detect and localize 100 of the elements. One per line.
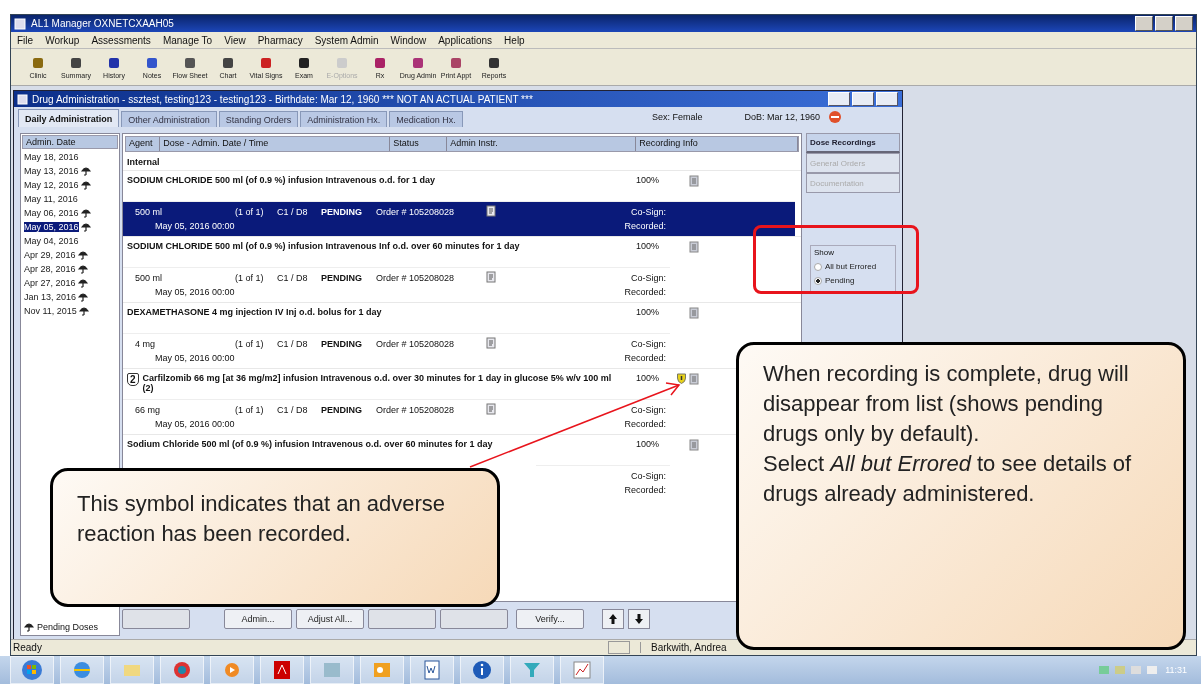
side-tab[interactable]: Dose Recordings xyxy=(806,133,900,153)
taskbar-button[interactable] xyxy=(60,656,104,684)
move-down-button[interactable] xyxy=(628,609,650,629)
menu-item[interactable]: Help xyxy=(498,34,531,46)
menu-item[interactable]: Window xyxy=(384,34,433,46)
date-item[interactable]: Apr 28, 2016 xyxy=(24,264,76,274)
tool-icon xyxy=(221,55,235,70)
admin-date: May 05, 2016 00:00 xyxy=(154,221,236,231)
status-text: PENDING xyxy=(321,404,363,415)
tool-icon xyxy=(145,55,159,70)
menu-item[interactable]: File xyxy=(11,34,40,46)
up-arrow-icon xyxy=(609,614,617,624)
tool-icon xyxy=(69,55,83,70)
menu-item[interactable]: System Admin xyxy=(308,34,385,46)
restore-button[interactable] xyxy=(852,92,874,106)
date-item[interactable]: May 04, 2016 xyxy=(24,236,79,246)
column-header[interactable]: Status xyxy=(390,137,448,151)
tab[interactable]: Standing Orders xyxy=(218,111,299,127)
date-item[interactable]: Jan 13, 2016 xyxy=(24,292,77,302)
menu-item[interactable]: Manage To xyxy=(156,34,219,46)
menu-item[interactable]: Workup xyxy=(39,34,86,46)
tool-icon xyxy=(487,55,501,70)
tool-icon xyxy=(183,55,197,70)
taskbar-button[interactable] xyxy=(460,656,504,684)
tool-icon xyxy=(107,55,121,70)
percent-text: 100% xyxy=(634,175,659,185)
clipboard-icon xyxy=(689,307,699,319)
callout-text: When recording is complete, drug will disappear from list (shows pending drugs only by default). xyxy=(763,360,1130,448)
dose-row[interactable]: 66 mg (1 of 1) C1 / D8 PENDING Order # 105208028 Co-Sign: May 05, 2016 00:00 Recorded: xyxy=(123,399,670,434)
column-header[interactable]: Agent xyxy=(126,137,161,151)
percent-text: 100% xyxy=(634,241,659,251)
order-number: Order # 105208028 xyxy=(376,272,456,283)
tab[interactable]: Medication Hx. xyxy=(389,111,463,127)
document-icon xyxy=(421,659,443,681)
order-number: Order # 105208028 xyxy=(376,404,456,415)
globe-icon xyxy=(71,659,93,681)
clock: 11:31 xyxy=(1165,665,1187,675)
menu-item[interactable]: Pharmacy xyxy=(251,34,309,46)
radio-option[interactable]: Pending xyxy=(814,276,892,285)
status-text: PENDING xyxy=(321,206,363,217)
date-item[interactable]: May 12, 2016 xyxy=(24,180,79,190)
status-text: PENDING xyxy=(321,272,363,283)
tab[interactable]: Other Administration xyxy=(121,111,217,127)
minimize-button[interactable] xyxy=(828,92,850,106)
action-button[interactable]: Admin... xyxy=(224,609,292,629)
callout-text: This symbol indicates that an adverse reaction has been recorded. xyxy=(77,490,447,548)
tab[interactable]: Daily Administration xyxy=(18,109,120,127)
date-item[interactable]: May 13, 2016 xyxy=(24,166,79,176)
taskbar-button[interactable] xyxy=(160,656,204,684)
close-button[interactable] xyxy=(876,92,898,106)
action-button[interactable]: Adjust All... xyxy=(296,609,364,629)
dose-row[interactable]: 4 mg (1 of 1) C1 / D8 PENDING Order # 105208028 Co-Sign: May 05, 2016 00:00 Recorded: xyxy=(123,333,670,368)
start-orb-icon xyxy=(21,659,43,681)
close-button[interactable] xyxy=(1175,16,1193,31)
order-description[interactable]: Sodium Chloride 500 ml (of 0.9 %) infusion Intravenous o.d. over 60 minutes for 1 day xyxy=(127,439,615,449)
radio-option[interactable]: All but Errored xyxy=(814,262,892,271)
clipboard-icon xyxy=(689,175,699,187)
order-description[interactable]: SODIUM CHLORIDE 500 ml (of 0.9 %) infusion Intravenous Inf o.d. over 60 minutes for 1 day xyxy=(127,241,615,251)
percent-text: 100% xyxy=(634,439,659,449)
column-header[interactable]: Dose - Admin. Date / Time xyxy=(160,137,391,151)
menu-item[interactable]: View xyxy=(218,34,252,46)
tool-icon xyxy=(373,55,387,70)
dose-count: (1 of 1) xyxy=(235,206,265,217)
radio-button[interactable] xyxy=(814,262,822,271)
maximize-button[interactable] xyxy=(1155,16,1173,31)
radio-button[interactable] xyxy=(814,276,822,285)
window-title: Drug Administration - ssztest, testing123 - testing123 - Birthdate: Mar 12, 1960 *** NOT AN ACTUAL PATIENT *** xyxy=(32,93,533,105)
date-item[interactable]: Apr 29, 2016 xyxy=(24,250,76,260)
order-description[interactable]: Carfilzomib 66 mg [at 36 mg/m2] infusion Intravenous o.d. over 30 minutes for 1 day in glucose 5% w/v 100 ml (2) xyxy=(142,373,615,393)
dose-row[interactable]: 500 ml (1 of 1) C1 / D8 PENDING Order # 105208028 Co-Sign: May 05, 2016 00:00 Recorded: xyxy=(123,267,670,302)
move-up-button[interactable] xyxy=(602,609,624,629)
menu-item[interactable]: Assessments xyxy=(85,34,157,46)
taskbar-button[interactable] xyxy=(10,656,54,684)
date-item[interactable]: May 06, 2016 xyxy=(24,208,79,218)
menu-item[interactable]: Applications xyxy=(432,34,499,46)
window-icon xyxy=(17,93,28,105)
clipboard-icon xyxy=(689,373,699,385)
taskbar-button[interactable] xyxy=(260,656,304,684)
date-item[interactable]: May 18, 2016 xyxy=(24,152,79,162)
taskbar-button[interactable] xyxy=(410,656,454,684)
date-item[interactable]: Nov 11, 2015 xyxy=(24,306,77,316)
clipboard-icon xyxy=(689,241,699,253)
status-panel xyxy=(608,641,630,654)
order-description[interactable]: SODIUM CHLORIDE 500 ml (of 0.9 %) infusion Intravenous o.d. for 1 day xyxy=(127,175,615,185)
dose-row[interactable]: Co-Sign: Recorded: xyxy=(536,465,670,500)
column-header[interactable]: Admin Instr. xyxy=(447,137,637,151)
percent-text: 100% xyxy=(634,373,659,383)
date-item[interactable]: Apr 27, 2016 xyxy=(24,278,76,288)
column-header[interactable]: Recording Info xyxy=(636,137,798,151)
order-description[interactable]: DEXAMETHASONE 4 mg injection IV Inj o.d. bolus for 1 day xyxy=(127,307,615,317)
dose-count: (1 of 1) xyxy=(235,272,265,283)
taskbar-button[interactable] xyxy=(510,656,554,684)
minimize-button[interactable] xyxy=(1135,16,1153,31)
tab[interactable]: Administration Hx. xyxy=(300,111,388,127)
date-item[interactable]: May 05, 2016 xyxy=(24,222,79,232)
legend-label: Pending Doses xyxy=(37,622,99,632)
dose-row[interactable]: 500 ml (1 of 1) C1 / D8 PENDING Order # 105208028 Co-Sign: May 05, 2016 00:00 Recorded: xyxy=(123,201,795,236)
bag-number-badge: 2 xyxy=(127,373,139,386)
action-button[interactable]: Verify... xyxy=(516,609,584,629)
date-item[interactable]: May 11, 2016 xyxy=(24,194,78,204)
